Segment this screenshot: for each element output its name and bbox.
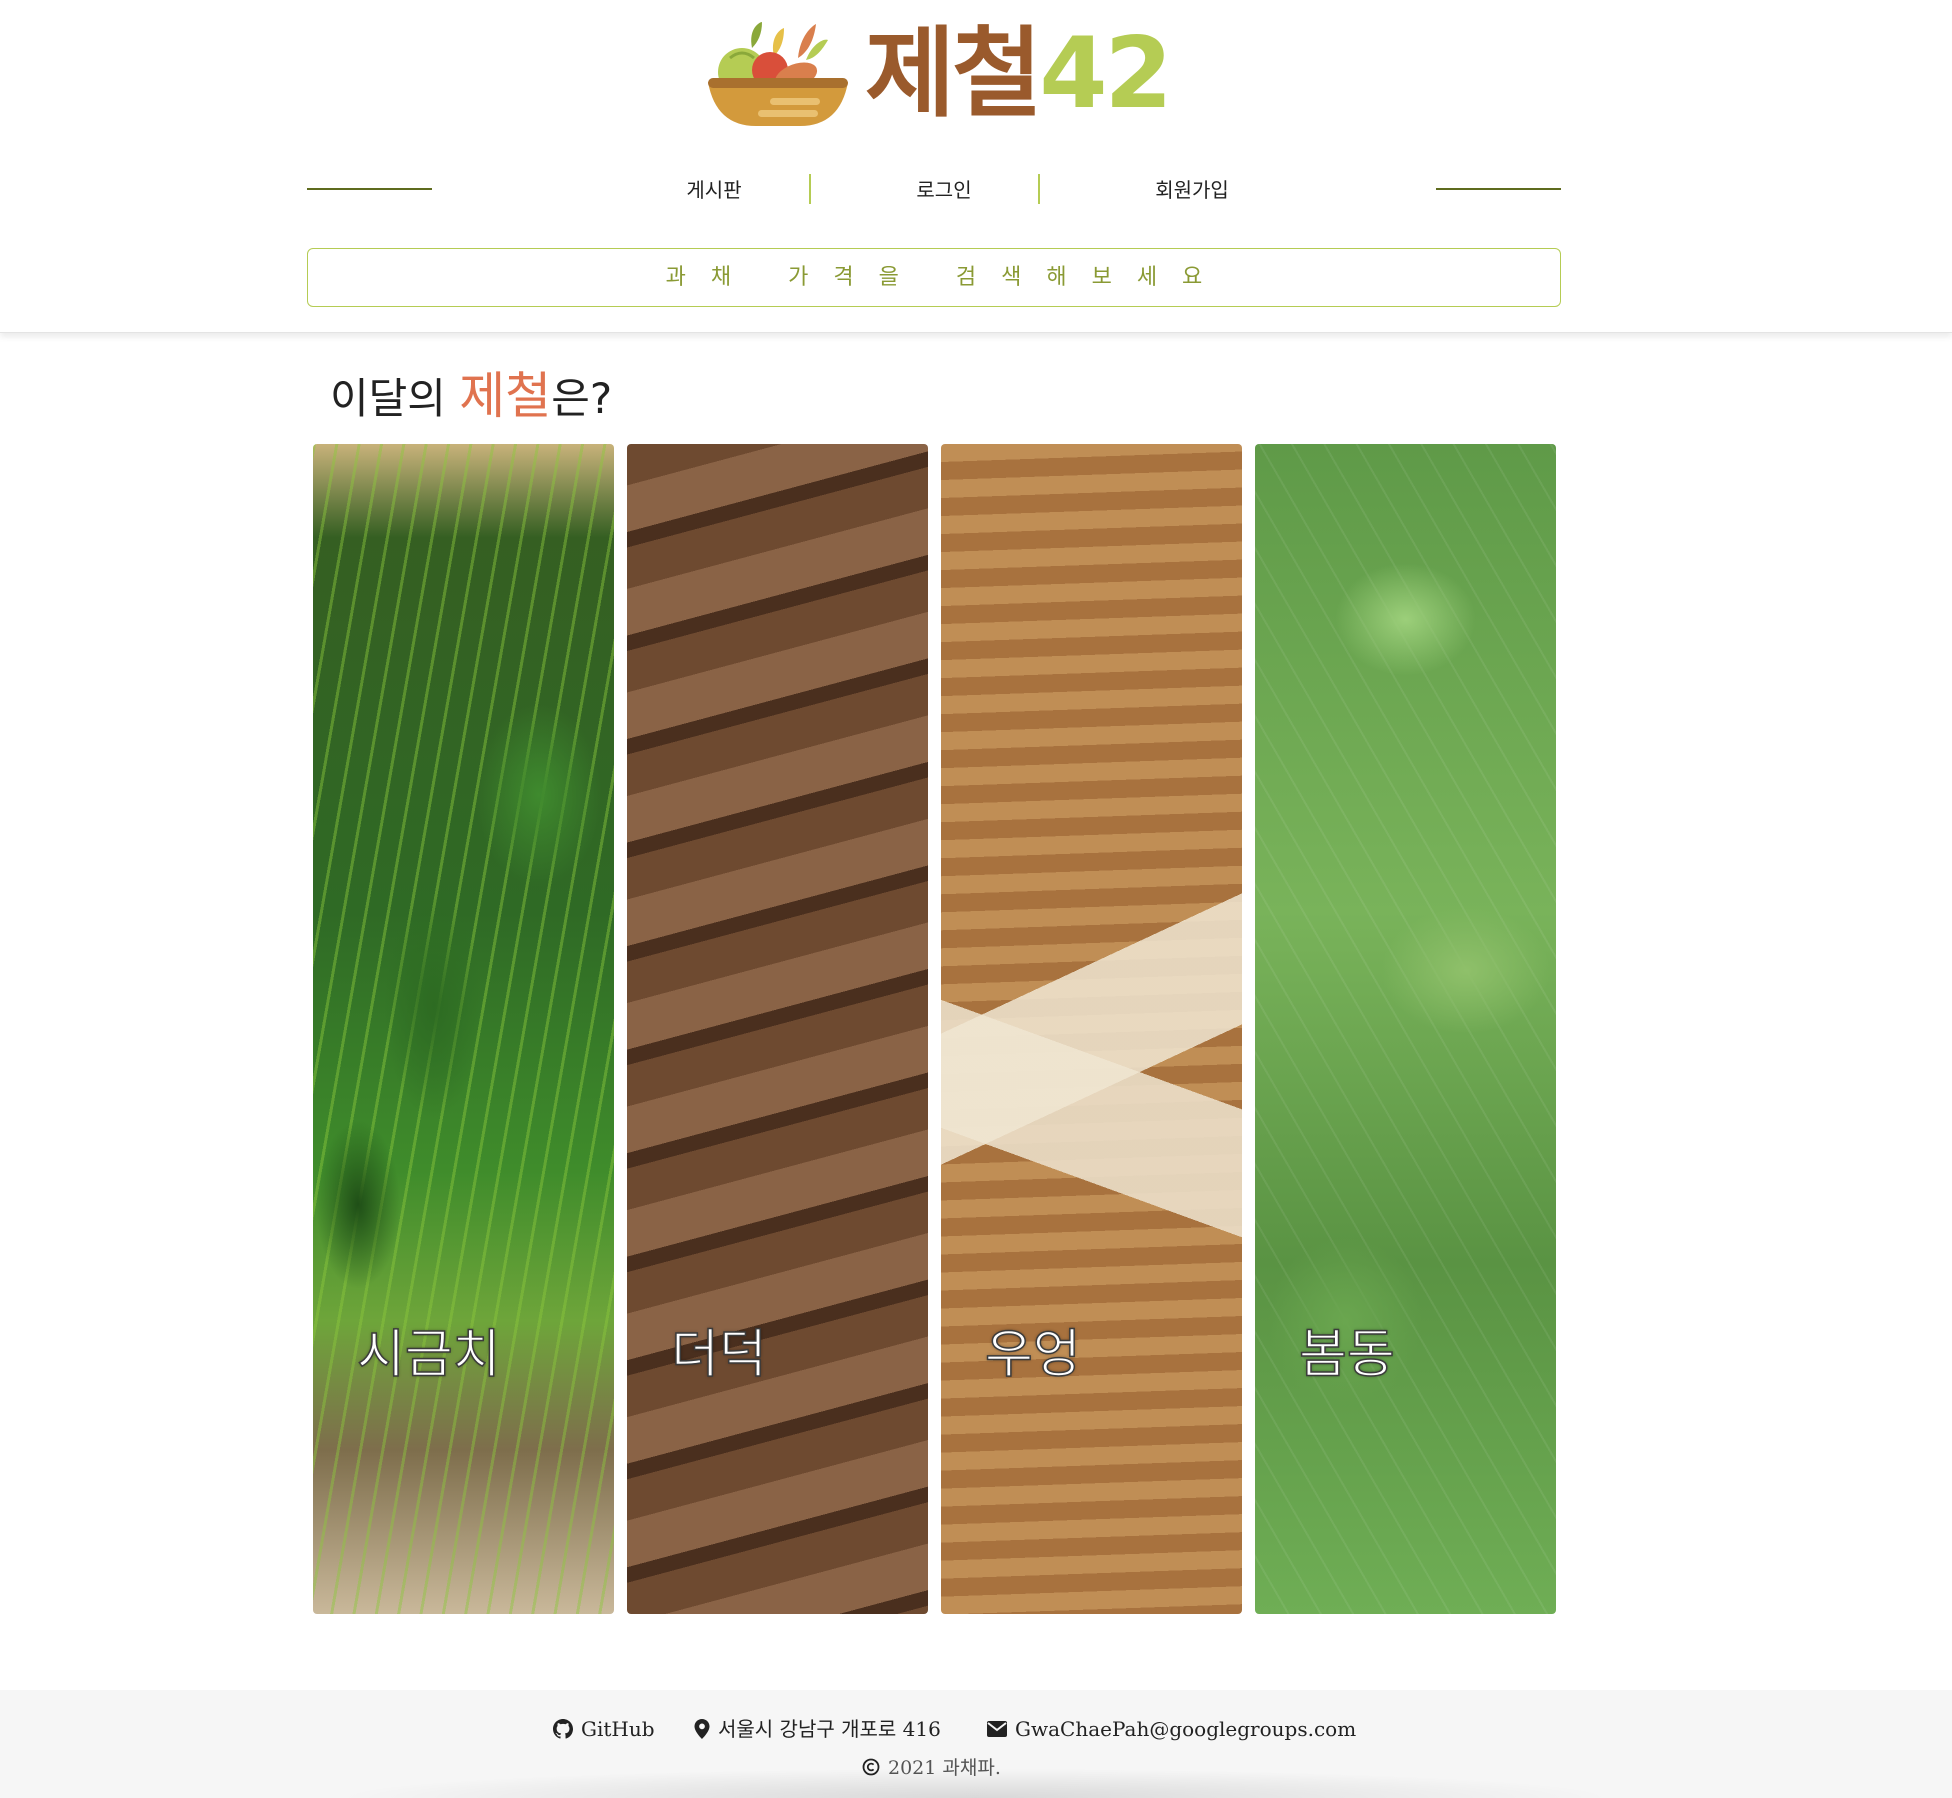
site-header: 제철42 게시판 로그인 회원가입 xyxy=(0,0,1952,333)
footer-shadow xyxy=(330,1768,1620,1798)
logo-wordmark: 제철42 xyxy=(865,17,1173,131)
title-accent: 제철 xyxy=(459,367,552,425)
card-bomdong[interactable]: 봄동 xyxy=(1255,444,1556,1614)
vegetable-basket-icon xyxy=(708,22,848,126)
card-burdock[interactable]: 우엉 xyxy=(941,444,1242,1614)
seasonal-cards: 시금치 더덕 우엉 봄동 xyxy=(313,444,1556,1614)
card-label: 더덕 xyxy=(670,1324,767,1386)
card-label: 시금치 xyxy=(356,1324,501,1386)
footer-github-link[interactable]: GitHub xyxy=(553,1714,655,1744)
search-input[interactable] xyxy=(307,248,1561,307)
address-label: 서울시 강남구 개포로 416 xyxy=(718,1717,941,1741)
main-nav: 게시판 로그인 회원가입 xyxy=(580,170,1372,210)
title-suffix: 은? xyxy=(551,374,613,423)
location-pin-icon xyxy=(694,1718,710,1739)
page-title: 이달의 제철은? xyxy=(330,356,612,428)
github-icon xyxy=(553,1718,574,1739)
nav-divider-left xyxy=(307,188,432,190)
nav-separator xyxy=(809,174,811,204)
logo-number: 42 xyxy=(1039,17,1172,131)
logo-word: 제철 xyxy=(865,17,1042,131)
nav-item-board[interactable]: 게시판 xyxy=(654,170,774,210)
card-spinach[interactable]: 시금치 xyxy=(313,444,614,1614)
nav-item-login[interactable]: 로그인 xyxy=(884,170,1004,210)
card-deodeok[interactable]: 더덕 xyxy=(627,444,928,1614)
github-label: GitHub xyxy=(581,1717,655,1741)
footer-email-link[interactable]: GwaChaePah@googlegroups.com xyxy=(987,1714,1356,1744)
card-label: 우엉 xyxy=(984,1324,1081,1386)
footer-address: 서울시 강남구 개포로 416 xyxy=(694,1714,941,1744)
email-label: GwaChaePah@googlegroups.com xyxy=(1015,1717,1357,1741)
title-prefix: 이달의 xyxy=(330,374,460,423)
nav-divider-right xyxy=(1436,188,1561,190)
mail-icon xyxy=(987,1720,1007,1737)
nav-item-signup[interactable]: 회원가입 xyxy=(1124,170,1260,210)
site-logo[interactable]: 제철42 xyxy=(700,17,1173,131)
site-footer: GitHub 서울시 강남구 개포로 416 GwaChaePah@google… xyxy=(0,1690,1952,1798)
nav-separator xyxy=(1038,174,1040,204)
card-label: 봄동 xyxy=(1298,1324,1395,1386)
